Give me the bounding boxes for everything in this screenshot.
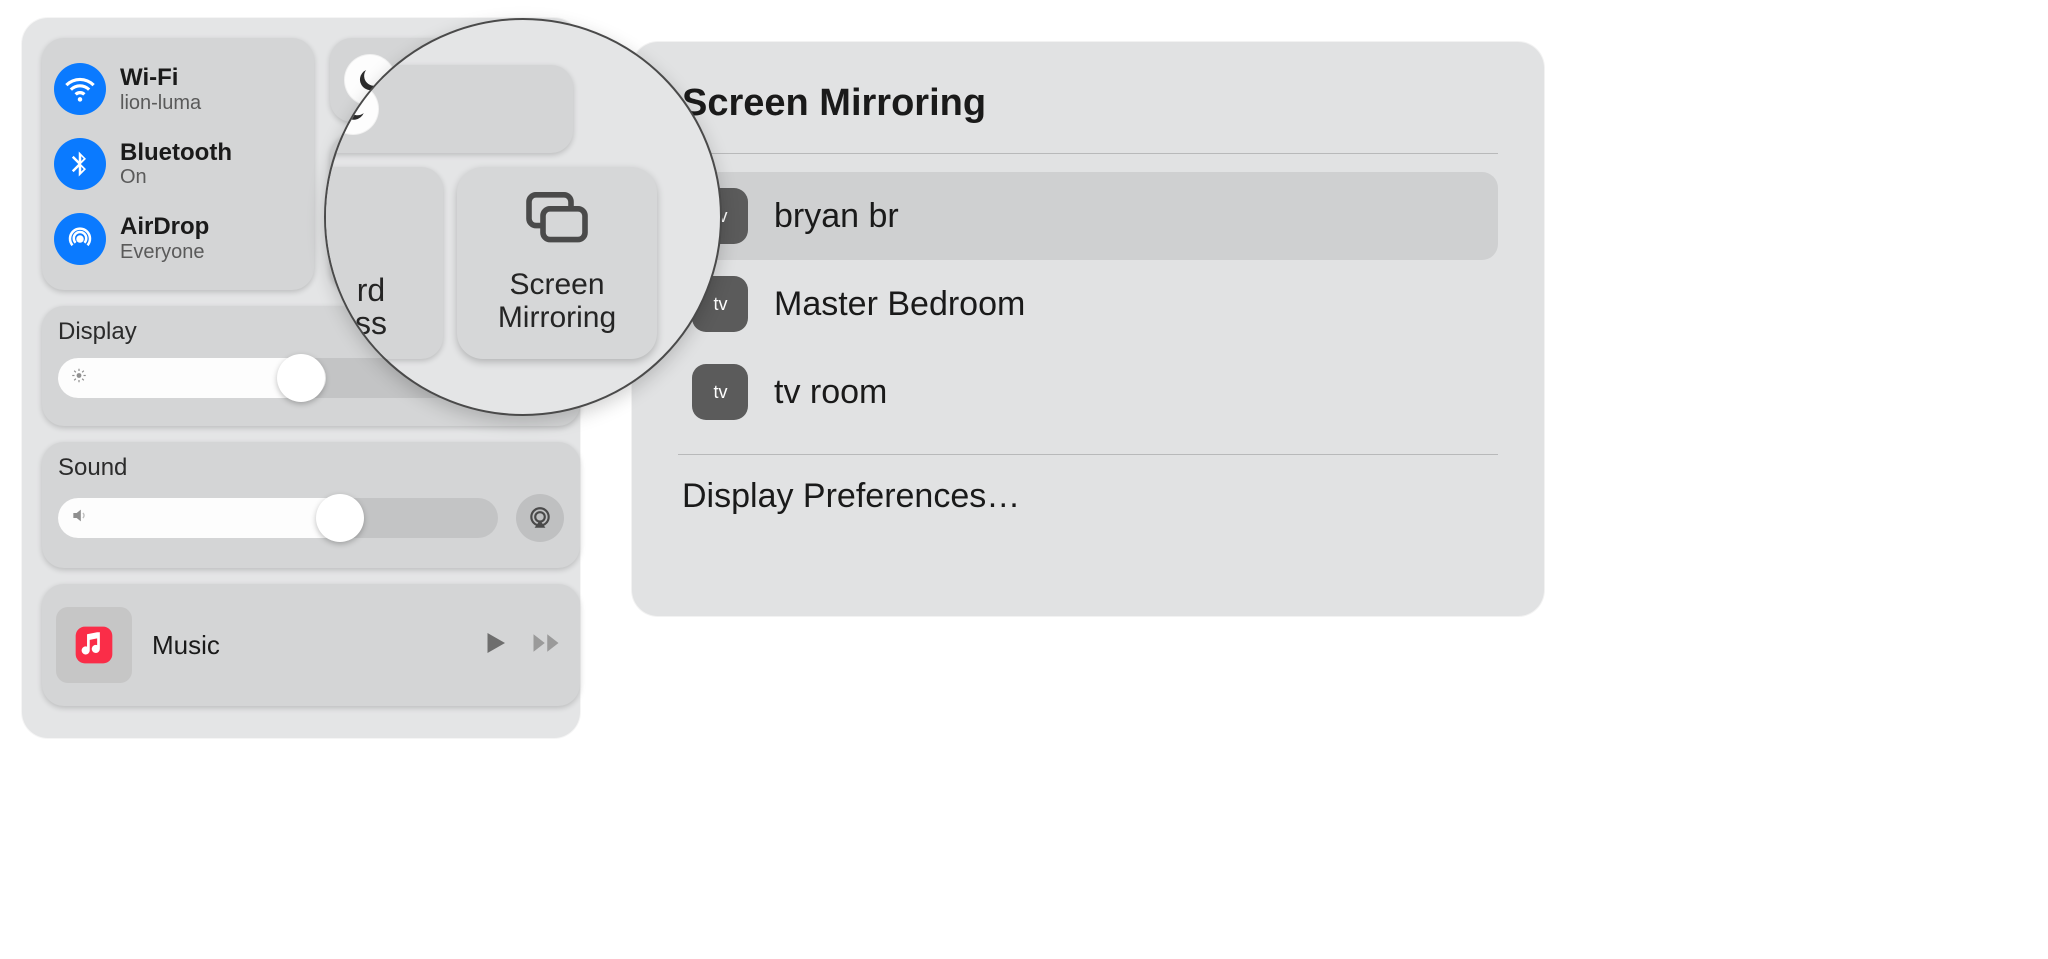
airdrop-row[interactable]: AirDrop Everyone	[54, 203, 302, 275]
play-button[interactable]	[480, 628, 510, 663]
device-label: bryan br	[774, 197, 899, 236]
now-playing-tile[interactable]: Music	[42, 584, 580, 706]
brightness-low-icon	[70, 367, 88, 390]
magnified-screen-mirroring-tile[interactable]: Screen Mirroring	[457, 167, 657, 359]
moon-icon	[327, 83, 379, 135]
fast-forward-icon	[526, 628, 566, 658]
sound-volume-slider[interactable]	[58, 498, 498, 538]
zoom-magnifier: rd ss Screen Mirroring	[324, 18, 722, 416]
magnified-kb-label2: ss	[355, 307, 387, 341]
screen-mirroring-heading: Screen Mirroring	[678, 82, 1498, 125]
magnified-mirror-label2: Mirroring	[498, 302, 616, 334]
volume-low-icon	[70, 506, 90, 531]
sound-tile: Sound	[42, 442, 580, 568]
screen-mirroring-popup: Screen Mirroring tv bryan br tv Master B…	[632, 42, 1544, 616]
airdrop-status: Everyone	[120, 241, 209, 263]
music-app-icon	[56, 607, 132, 683]
wifi-network-name: lion-luma	[120, 92, 201, 114]
airplay-device-list: tv bryan br tv Master Bedroom tv tv room	[678, 154, 1498, 454]
bluetooth-icon	[54, 138, 106, 190]
airdrop-icon	[54, 213, 106, 265]
bluetooth-status: On	[120, 166, 232, 188]
airplay-device-tv-room[interactable]: tv tv room	[678, 348, 1498, 436]
display-preferences-link[interactable]: Display Preferences…	[678, 455, 1498, 516]
music-title: Music	[152, 630, 460, 661]
appletv-icon: tv	[692, 364, 748, 420]
device-label: tv room	[774, 373, 887, 412]
airplay-icon	[527, 505, 553, 531]
screen-mirroring-icon	[522, 192, 592, 253]
next-track-button[interactable]	[526, 628, 566, 663]
magnified-keyboard-brightness-tile: rd ss	[324, 167, 443, 359]
wifi-row[interactable]: Wi-Fi lion-luma	[54, 53, 302, 125]
magnified-kb-label1: rd	[357, 274, 385, 308]
bluetooth-row[interactable]: Bluetooth On	[54, 128, 302, 200]
wifi-title: Wi-Fi	[120, 65, 201, 91]
magnified-mirror-label1: Screen	[498, 269, 616, 301]
play-icon	[480, 628, 510, 658]
bluetooth-title: Bluetooth	[120, 140, 232, 166]
connectivity-tile: Wi-Fi lion-luma Bluetooth On AirDrop Eve…	[42, 38, 314, 290]
sound-label: Sound	[58, 454, 564, 482]
airplay-device-master-bedroom[interactable]: tv Master Bedroom	[678, 260, 1498, 348]
magnified-dnd-tile	[324, 65, 573, 153]
airplay-device-bryan-br[interactable]: tv bryan br	[678, 172, 1498, 260]
airdrop-title: AirDrop	[120, 214, 209, 240]
airplay-audio-button[interactable]	[516, 494, 564, 542]
device-label: Master Bedroom	[774, 285, 1025, 324]
wifi-icon	[54, 63, 106, 115]
